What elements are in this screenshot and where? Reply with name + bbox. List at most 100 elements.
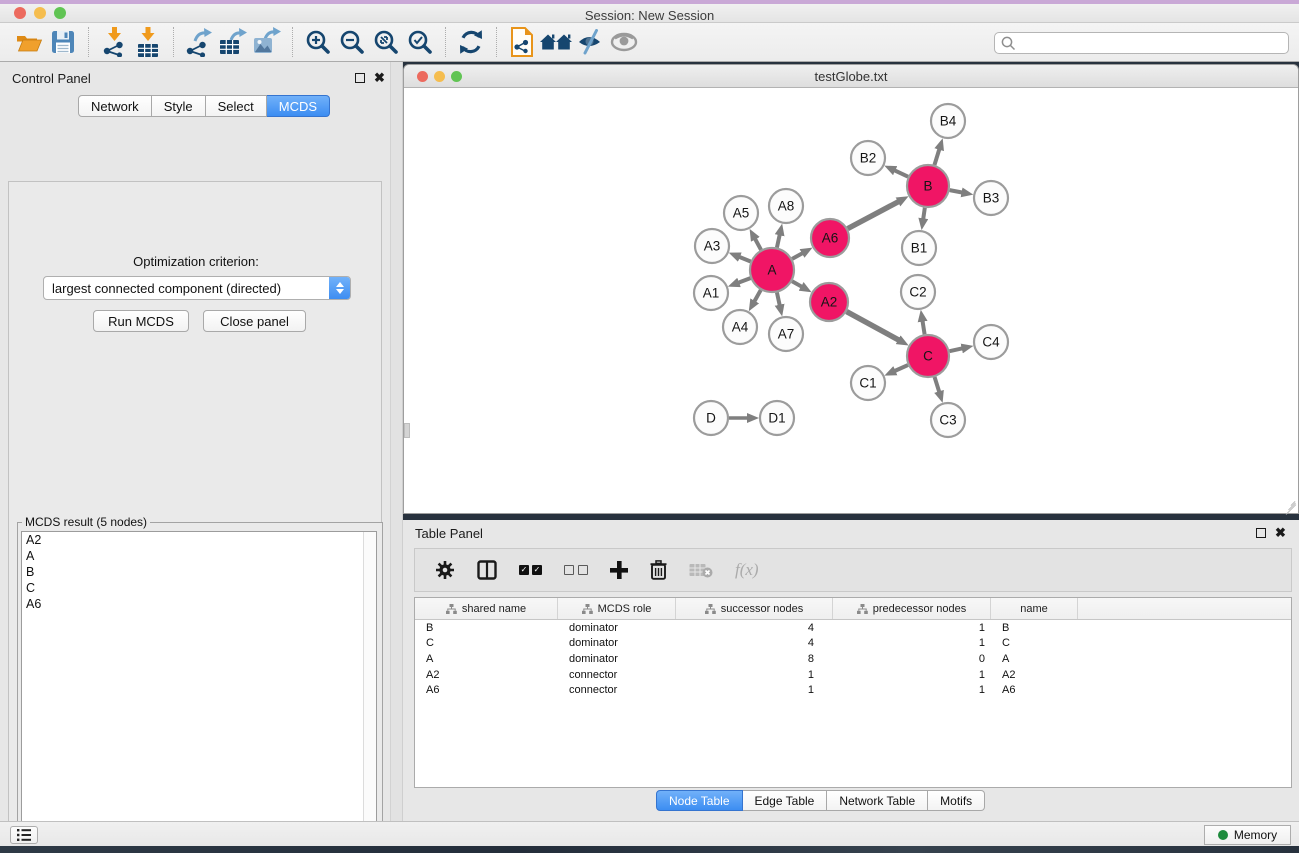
table-row[interactable]: A6connector11A6 [415,682,1291,698]
edge-A-A1[interactable] [737,278,750,283]
column-header-predecessor-nodes[interactable]: predecessor nodes [833,598,991,619]
select-all-button[interactable]: ✓ ✓ [519,565,542,575]
edge-C-C3[interactable] [935,377,940,393]
delete-column-button[interactable] [650,560,667,580]
import-table-button[interactable] [131,25,165,59]
mcds-result-item[interactable]: B [22,564,376,580]
edge-A-A4[interactable] [754,290,761,303]
import-network-button[interactable] [97,25,131,59]
edge-B-B3[interactable] [950,190,964,193]
export-network-button[interactable] [182,25,216,59]
tab-network[interactable]: Network [78,95,152,117]
node-A[interactable]: A [750,248,794,292]
edge-B-B2[interactable] [893,170,908,177]
node-A3[interactable]: A3 [695,229,729,263]
float-table-panel-icon[interactable] [1256,528,1266,538]
node-A5[interactable]: A5 [724,196,758,230]
edge-A-A7[interactable] [777,292,780,306]
tab-motifs[interactable]: Motifs [928,790,985,811]
table-row[interactable]: Adominator80A [415,651,1291,667]
node-B4[interactable]: B4 [931,104,965,138]
export-table-button[interactable] [216,25,250,59]
node-A2[interactable]: A2 [810,283,848,321]
mcds-result-item[interactable]: C [22,580,376,596]
node-B[interactable]: B [907,165,949,207]
tab-network-table[interactable]: Network Table [827,790,928,811]
table-row[interactable]: Cdominator41C [415,636,1291,652]
show-column-button[interactable] [477,560,497,580]
node-A8[interactable]: A8 [769,189,803,223]
run-mcds-button[interactable]: Run MCDS [93,310,189,332]
function-builder-button[interactable]: f(x) [735,560,759,580]
zoom-fit-button[interactable] [369,25,403,59]
zoom-selected-button[interactable] [403,25,437,59]
first-neighbors-button[interactable] [539,25,573,59]
node-A7[interactable]: A7 [769,317,803,351]
search-input[interactable] [994,32,1289,54]
table-row[interactable]: A2connector11A2 [415,667,1291,683]
edge-A-A5[interactable] [754,238,761,250]
zoom-out-button[interactable] [335,25,369,59]
node-B1[interactable]: B1 [902,231,936,265]
node-D[interactable]: D [694,401,728,435]
node-C2[interactable]: C2 [901,275,935,309]
mcds-result-item[interactable]: A2 [22,532,376,548]
node-D1[interactable]: D1 [760,401,794,435]
criterion-dropdown[interactable]: largest connected component (directed) [43,276,351,300]
window-resize-grip[interactable] [1284,499,1297,512]
edge-B-B4[interactable] [934,148,939,165]
node-C[interactable]: C [907,335,949,377]
open-file-button[interactable] [12,25,46,59]
edge-C-C2[interactable] [922,320,924,335]
apply-layout-button[interactable] [454,25,488,59]
edge-C-C4[interactable] [949,348,963,351]
save-session-button[interactable] [46,25,80,59]
table-row[interactable]: Bdominator41B [415,620,1291,636]
edge-A-A6[interactable] [792,252,804,258]
node-A6[interactable]: A6 [811,219,849,257]
zoom-in-button[interactable] [301,25,335,59]
close-table-panel-icon[interactable]: ✖ [1275,528,1286,538]
export-image-button[interactable] [250,25,284,59]
tab-style[interactable]: Style [152,95,206,117]
memory-button[interactable]: Memory [1204,825,1291,845]
column-header-mcds-role[interactable]: MCDS role [558,598,676,619]
mcds-result-item[interactable]: A6 [22,596,376,612]
node-C1[interactable]: C1 [851,366,885,400]
edge-A2-C[interactable] [847,312,900,341]
edge-C-C1[interactable] [894,365,908,371]
edge-A-A8[interactable] [777,233,780,247]
float-panel-icon[interactable] [355,73,365,83]
edge-A-A3[interactable] [738,256,751,261]
column-header-successor-nodes[interactable]: successor nodes [676,598,833,619]
network-canvas[interactable]: B4 B2 B B3 A5 A8A6 A3 B1 A A1 C2 A2 A4 A7 C4 C C1 C3 D D1 [404,88,1298,513]
tab-select[interactable]: Select [206,95,267,117]
destroy-table-button[interactable] [689,562,713,578]
node-B3[interactable]: B3 [974,181,1008,215]
edge-A6-B[interactable] [848,201,900,229]
unselect-all-button[interactable] [564,565,588,575]
node-A1[interactable]: A1 [694,276,728,310]
edge-B-B1[interactable] [923,208,925,221]
column-header-name[interactable]: name [991,598,1078,619]
show-tasks-button[interactable] [10,826,38,844]
tab-node-table[interactable]: Node Table [656,790,743,811]
show-graphics-details-button[interactable] [607,25,641,59]
mcds-list-scrollbar[interactable] [363,532,376,853]
hide-graphics-details-button[interactable] [573,25,607,59]
table-settings-button[interactable] [435,560,455,580]
add-column-button[interactable] [610,561,628,579]
mcds-result-item[interactable]: A [22,548,376,564]
new-network-from-selection-button[interactable] [505,25,539,59]
edge-A-A2[interactable] [792,281,803,287]
node-C4[interactable]: C4 [974,325,1008,359]
panel-splitter[interactable] [390,62,403,821]
close-panel-icon[interactable]: ✖ [374,73,385,83]
column-header-shared-name[interactable]: shared name [415,598,558,619]
node-A4[interactable]: A4 [723,310,757,344]
tab-mcds[interactable]: MCDS [267,95,330,117]
node-C3[interactable]: C3 [931,403,965,437]
close-panel-button[interactable]: Close panel [203,310,306,332]
node-B2[interactable]: B2 [851,141,885,175]
vertical-scroll-thumb[interactable] [404,423,410,438]
